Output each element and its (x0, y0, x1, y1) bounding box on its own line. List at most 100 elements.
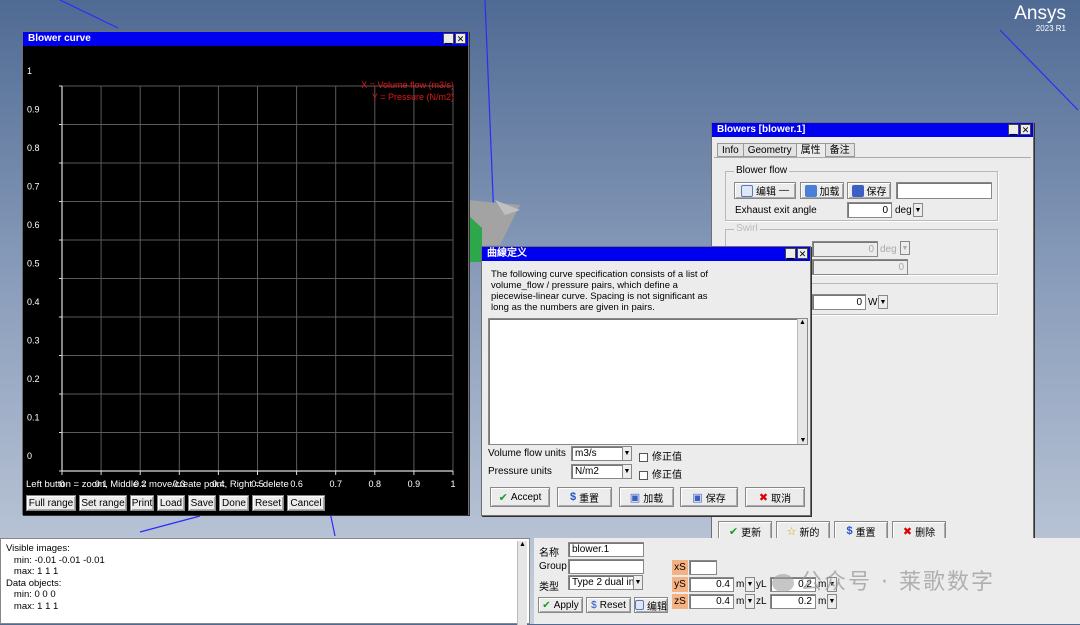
curve-def-btn-2[interactable]: ▣ 加载 (619, 487, 674, 507)
y-tick-label: 0.5 (27, 259, 40, 269)
checkbox-icon[interactable] (639, 452, 648, 462)
scroll-up-icon[interactable]: ▲ (518, 541, 527, 548)
console-line: max: 1 1 1 (6, 566, 59, 578)
x-tick-label: 1 (450, 479, 455, 489)
power-unit-dropdown[interactable]: ▼ (878, 295, 888, 309)
curve-btn-print[interactable]: Print (130, 495, 154, 511)
curve-def-btn-label: 加载 (643, 493, 664, 505)
blowers-titlebar[interactable]: Blowers [blower.1] ▁ ✕ (712, 123, 1033, 137)
console-line: Data objects: (6, 577, 62, 589)
flow-units-select[interactable]: m3/s (571, 446, 623, 461)
ys-unit: m (736, 579, 745, 590)
curve-def-btn-1[interactable]: $ 重置 (557, 487, 612, 507)
name-input[interactable]: blower.1 (568, 542, 644, 557)
curve-def-btn-label: Accept (510, 491, 542, 503)
minimize-icon[interactable]: ▁ (443, 33, 454, 44)
curve-text-area[interactable] (488, 318, 808, 445)
x-tick-label: 0.8 (369, 479, 382, 489)
curve-btn-done[interactable]: Done (219, 495, 249, 511)
swirl-unit: deg (880, 244, 897, 255)
zl-unit-dropdown[interactable]: ▼ (827, 594, 837, 609)
flow-units-label: Volume flow units (488, 448, 566, 459)
scroll-up-icon[interactable]: ▲ (798, 319, 807, 326)
checkmark-icon: ✔ (728, 525, 739, 538)
pressure-correction-checkbox[interactable]: 修正值 (639, 466, 682, 481)
close-icon[interactable]: ✕ (1020, 124, 1031, 135)
tab-3[interactable]: 备注 (824, 143, 855, 157)
console-line: max: 1 1 1 (6, 600, 59, 612)
y-tick-label: 1 (27, 66, 32, 76)
curve-definition-titlebar[interactable]: 曲線定义 ▁ ✕ (482, 247, 810, 261)
xs-input[interactable] (689, 560, 717, 575)
scroll-down-icon[interactable]: ▼ (798, 437, 808, 444)
flow-units-dropdown[interactable]: ▼ (622, 446, 632, 461)
curve-btn-load[interactable]: Load (157, 495, 185, 511)
legend-x: X = Volume flow (m3/s) (361, 80, 454, 90)
ys-unit-dropdown[interactable]: ▼ (745, 577, 755, 592)
minimize-icon[interactable]: ▁ (785, 248, 796, 259)
apply-button[interactable]: ✔ Apply (538, 597, 583, 613)
ys-label: yS (672, 577, 688, 592)
curve-btn-save[interactable]: Save (188, 495, 216, 511)
zs-unit-dropdown[interactable]: ▼ (745, 594, 755, 609)
edit-flow-button[interactable]: 编辑 — (734, 182, 796, 199)
minimize-icon[interactable]: ▁ (1008, 124, 1019, 135)
reset-button[interactable]: $ Reset (586, 597, 631, 613)
curve-def-btn-0[interactable]: ✔ Accept (490, 487, 550, 507)
legend-y: Y = Pressure (N/m2) (371, 92, 454, 102)
type-select[interactable]: Type 2 dual inl (568, 575, 634, 590)
exhaust-angle-input[interactable]: 0 (847, 202, 892, 218)
pressure-units-dropdown[interactable]: ▼ (622, 464, 632, 479)
curve-btn-set-range[interactable]: Set range (79, 495, 127, 511)
group-input[interactable] (568, 559, 644, 574)
save-flow-button[interactable]: 保存 (847, 182, 891, 199)
curve-btn-cancel[interactable]: Cancel (287, 495, 325, 511)
zl-input[interactable]: 0.2 (770, 594, 816, 609)
blower-flow-label: Blower flow (734, 165, 790, 176)
checkmark-icon: ✔ (542, 599, 551, 611)
ys-input[interactable]: 0.4 (689, 577, 734, 592)
star-icon: ☆ (786, 525, 797, 538)
power-input[interactable]: 0 (812, 294, 866, 310)
tab-2[interactable]: 属性 (795, 143, 826, 158)
curve-def-btn-4[interactable]: ✖ 取消 (745, 487, 805, 507)
curve-btn-reset[interactable]: Reset (252, 495, 284, 511)
blower-curve-chart[interactable]: 0 0.1 0.2 0.3 0.4 0.5 0.6 0.7 0.8 0.9 100.10.20.30… (23, 46, 468, 501)
exhaust-angle-label: Exhaust exit angle (735, 205, 817, 216)
type-dropdown[interactable]: ▼ (633, 575, 643, 590)
zs-input[interactable]: 0.4 (689, 594, 734, 609)
checkbox-icon[interactable] (639, 470, 648, 480)
checkmark-icon: ✔ (498, 491, 508, 504)
flow-correction-checkbox[interactable]: 修正值 (639, 448, 682, 463)
blower-flow-field[interactable] (896, 182, 992, 199)
edit-button[interactable]: 编辑 (634, 597, 668, 613)
plot-area[interactable]: 0 0.1 0.2 0.3 0.4 0.5 0.6 0.7 0.8 0.9 1 0 0.1 0.2 0.3 0… (23, 46, 468, 501)
curve-def-btn-label: 重置 (579, 493, 600, 505)
tab-0[interactable]: Info (717, 143, 744, 157)
delete-icon: ✖ (902, 525, 913, 538)
pressure-units-select[interactable]: N/m2 (571, 464, 623, 479)
curve-btn-full-range[interactable]: Full range (26, 495, 76, 511)
x-tick-label: 0.6 (290, 479, 303, 489)
zl-label: zL (756, 596, 767, 607)
tab-1[interactable]: Geometry (742, 143, 797, 157)
close-icon[interactable]: ✕ (455, 33, 466, 44)
floppy-disk-icon (851, 184, 864, 197)
text-area-scrollbar[interactable]: ▲ ▼ (797, 319, 807, 444)
edit-flow-label: 编辑 (756, 187, 776, 198)
watermark: 公众号 · 莱歌数字 (772, 564, 995, 596)
swirl-input-2: 0 (812, 259, 908, 275)
y-tick-label: 0.3 (27, 336, 40, 346)
close-icon[interactable]: ✕ (797, 248, 808, 259)
curve-def-btn-3[interactable]: ▣ 保存 (680, 487, 738, 507)
console-scrollbar[interactable]: ▲ (517, 541, 527, 625)
load-flow-button[interactable]: 加载 (800, 182, 844, 199)
window-title: Blowers [blower.1] (717, 124, 806, 135)
reset-label: Reset (599, 599, 626, 611)
zs-label: zS (672, 594, 688, 609)
exhaust-unit-dropdown[interactable]: ▼ (913, 203, 923, 217)
blowers-action-label: 更新 (741, 527, 762, 539)
power-unit: W (868, 297, 878, 308)
blowers-action-label: 删除 (915, 527, 936, 539)
blower-curve-titlebar[interactable]: Blower curve ▁ ✕ (23, 32, 468, 46)
